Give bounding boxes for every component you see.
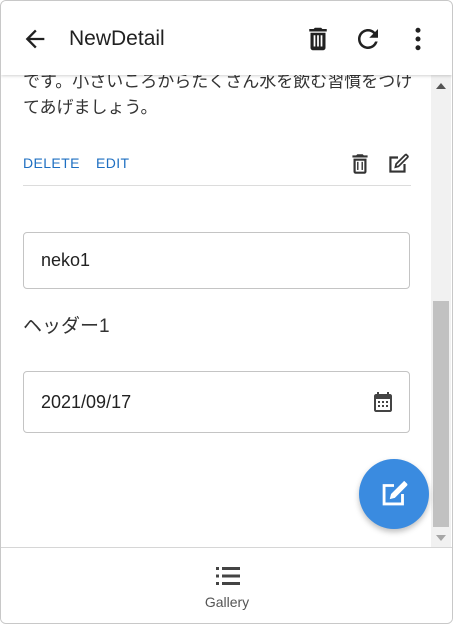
scroll-up-arrow-icon[interactable] bbox=[436, 83, 446, 89]
nav-item-gallery[interactable]: Gallery bbox=[191, 548, 263, 623]
name-field-value: neko1 bbox=[41, 250, 91, 270]
bottom-navigation: Gallery bbox=[1, 547, 452, 623]
page-title: NewDetail bbox=[69, 27, 165, 50]
app-window: NewDetail です。小さいころからたくさん水を飲む習慣をつけてあげましょう… bbox=[0, 0, 453, 624]
edit-outline-icon[interactable] bbox=[385, 151, 411, 177]
edit-fab-button[interactable] bbox=[359, 459, 429, 529]
trash-outline-icon[interactable] bbox=[347, 151, 373, 177]
list-icon bbox=[216, 567, 240, 585]
nav-item-label: Gallery bbox=[204, 594, 250, 610]
trash-icon[interactable] bbox=[303, 24, 333, 54]
vertical-scrollbar[interactable] bbox=[431, 75, 451, 547]
date-field[interactable]: 2021/09/17 bbox=[23, 371, 410, 433]
refresh-icon[interactable] bbox=[353, 24, 383, 54]
scroll-down-arrow-icon[interactable] bbox=[436, 535, 446, 541]
divider bbox=[23, 185, 411, 186]
edit-button[interactable]: EDIT bbox=[96, 155, 130, 171]
edit-icon bbox=[382, 480, 408, 506]
delete-button[interactable]: DELETE bbox=[23, 155, 80, 171]
app-bar: NewDetail bbox=[1, 1, 452, 75]
calendar-icon[interactable] bbox=[371, 390, 395, 414]
name-field[interactable]: neko1 bbox=[23, 232, 410, 289]
date-field-value: 2021/09/17 bbox=[41, 391, 132, 412]
arrow-left-icon[interactable] bbox=[21, 25, 49, 53]
card-actions: DELETE EDIT bbox=[23, 151, 411, 185]
more-vert-icon[interactable] bbox=[403, 24, 433, 54]
card-description: です。小さいころからたくさん水を飲む習慣をつけてあげましょう。 bbox=[23, 75, 413, 117]
header-label: ヘッダー1 bbox=[23, 316, 110, 337]
scrollbar-thumb[interactable] bbox=[433, 301, 449, 527]
